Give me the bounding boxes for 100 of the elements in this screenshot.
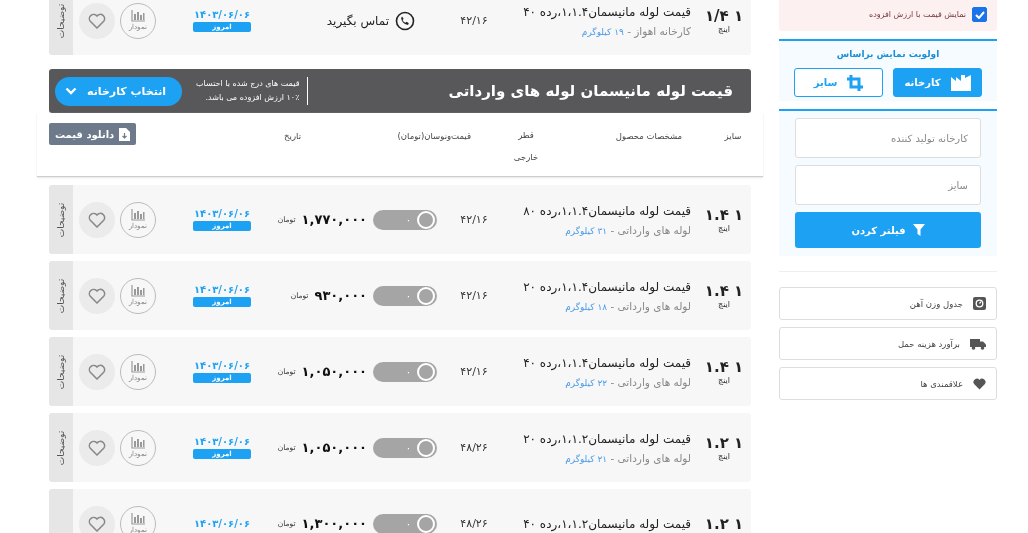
size-unit: اینچ bbox=[717, 300, 731, 309]
fluctuation-toggle[interactable]: ۰ bbox=[373, 285, 437, 306]
price-value: ۱,۰۵۰,۰۰۰ bbox=[301, 364, 367, 379]
size-value: ۱ ۱.۴ bbox=[703, 282, 745, 300]
favorite-button[interactable] bbox=[79, 429, 115, 466]
product-title[interactable]: قیمت لوله مانیسمان۱،۱.۴،رده ۲۰ bbox=[505, 279, 691, 294]
favorite-button[interactable] bbox=[79, 505, 115, 533]
diameter-value: ۴۲/۱۶ bbox=[459, 14, 489, 27]
size-value: ۱ ۱.۴ bbox=[703, 358, 745, 376]
product-subtitle: کارخانه اهواز - ۱۹ کیلوگرم bbox=[580, 24, 691, 37]
phone-icon bbox=[395, 10, 415, 31]
heart-icon bbox=[88, 287, 106, 304]
size-unit: اینچ bbox=[717, 25, 731, 34]
product-title[interactable]: قیمت لوله مانیسمان۱،۱.۴،رده ۴۰ bbox=[505, 4, 691, 19]
product-title[interactable]: قیمت لوله مانیسمان۱،۱.۲،رده ۲۰ bbox=[505, 431, 691, 446]
size-unit: اینچ bbox=[717, 224, 731, 233]
date-value: ۱۴۰۳/۰۶/۰۶ bbox=[193, 436, 251, 447]
product-subtitle: لوله های وارداتی - ۲۱ کیلوگرم bbox=[564, 451, 691, 464]
bar-chart-icon bbox=[131, 10, 145, 22]
bar-chart-icon bbox=[131, 361, 145, 373]
bar-chart-icon bbox=[131, 209, 145, 221]
bar-chart-icon bbox=[131, 513, 145, 525]
column-header: سایز bbox=[723, 130, 743, 141]
size-value: ۱ ۱.۴ bbox=[703, 206, 745, 224]
vat-option: نمایش قیمت با ارزش افزوده bbox=[779, 0, 997, 31]
notes-tab[interactable]: توضیحات bbox=[49, 413, 73, 482]
date-value: ۱۴۰۳/۰۶/۰۶ bbox=[193, 9, 251, 20]
contact-text[interactable]: تماس بگیرید bbox=[326, 13, 389, 28]
input-field[interactable]: سایز bbox=[795, 165, 981, 205]
favorite-button[interactable] bbox=[79, 277, 115, 314]
product-title[interactable]: قیمت لوله مانیسمان۱،۱.۲،رده ۴۰ bbox=[505, 516, 691, 531]
fluctuation-toggle[interactable]: ۰ bbox=[373, 437, 437, 458]
favorite-button[interactable] bbox=[79, 201, 115, 238]
price-value: ۱,۷۷۰,۰۰۰ bbox=[301, 212, 367, 227]
download-button[interactable]: دانلود قیمت bbox=[49, 123, 137, 145]
product-subtitle: لوله های وارداتی - ۳۱ کیلوگرم bbox=[564, 223, 691, 236]
price-value: ۱,۳۰۰,۰۰۰ bbox=[301, 516, 367, 531]
sidebar-link[interactable]: جدول وزن آهن bbox=[779, 287, 997, 320]
favorite-button[interactable] bbox=[79, 353, 115, 390]
heart-icon bbox=[88, 211, 106, 228]
column-header: قیمت‌ونوسان(تومان) bbox=[396, 130, 471, 141]
size-value: ۱ ۱.۲ bbox=[703, 434, 745, 452]
product-subtitle: لوله های وارداتی - ۱۸ کیلوگرم bbox=[564, 299, 691, 312]
bar-chart-icon bbox=[131, 285, 145, 297]
date-value: ۱۴۰۳/۰۶/۰۶ bbox=[193, 208, 251, 219]
date-value: ۱۴۰۳/۰۶/۰۶ bbox=[193, 360, 251, 371]
size-value: ۱ ۱.۲ bbox=[703, 514, 745, 533]
filter-icon bbox=[912, 224, 925, 236]
diameter-value: ۴۲/۱۶ bbox=[459, 213, 489, 226]
fluctuation-value: ۰ bbox=[405, 290, 411, 301]
heart-icon bbox=[973, 377, 986, 390]
fluctuation-toggle[interactable]: ۰ bbox=[373, 361, 437, 382]
heart-icon bbox=[88, 363, 106, 380]
size-unit: اینچ bbox=[717, 376, 731, 385]
factory-select-button[interactable]: انتخاب کارخانه bbox=[55, 76, 183, 106]
favorite-button[interactable] bbox=[79, 2, 115, 39]
diameter-value: ۴۸/۲۶ bbox=[459, 517, 489, 530]
checkbox[interactable] bbox=[972, 7, 987, 22]
date-value: ۱۴۰۳/۰۶/۰۶ bbox=[193, 284, 251, 295]
column-header: مشخصات محصول bbox=[614, 130, 684, 141]
fluctuation-toggle[interactable]: ۰ bbox=[373, 209, 437, 230]
input-field[interactable]: کارخانه تولید کننده bbox=[795, 118, 981, 158]
notes-tab[interactable]: توضیحات bbox=[49, 185, 73, 254]
size-value: ۱ ۱/۴ bbox=[703, 7, 745, 25]
notes-tab[interactable]: توضیحات bbox=[49, 0, 73, 55]
product-subtitle: لوله های وارداتی - ۲۲ کیلوگرم bbox=[564, 375, 691, 388]
sidebar-link[interactable]: علاقمندی ها bbox=[779, 367, 997, 400]
sort-option[interactable]: سایز bbox=[794, 68, 883, 97]
fluctuation-value: ۰ bbox=[405, 366, 411, 377]
diameter-value: ۴۸/۲۶ bbox=[459, 441, 489, 454]
file-download-icon bbox=[119, 127, 131, 141]
chevron-down-icon bbox=[65, 87, 77, 95]
sort-option[interactable]: کارخانه bbox=[893, 68, 982, 97]
product-title[interactable]: قیمت لوله مانیسمان۱،۱.۴،رده ۸۰ bbox=[505, 203, 691, 218]
price-value: ۹۳۰,۰۰۰ bbox=[314, 288, 367, 303]
filter-button[interactable]: فیلتر کردن bbox=[795, 212, 981, 248]
notes-tab[interactable]: توضیحات bbox=[49, 337, 73, 406]
price-value: ۱,۰۵۰,۰۰۰ bbox=[301, 440, 367, 455]
heart-icon bbox=[88, 439, 106, 456]
notes-tab[interactable]: توضیحات bbox=[49, 261, 73, 330]
check-icon bbox=[974, 10, 985, 19]
crop-icon bbox=[847, 74, 864, 91]
column-header: قطر خارجی bbox=[512, 129, 540, 164]
heart-icon bbox=[88, 515, 106, 532]
truck-icon bbox=[970, 337, 986, 350]
diameter-value: ۴۲/۱۶ bbox=[459, 289, 489, 302]
column-header: تاریخ bbox=[283, 130, 301, 141]
heart-icon bbox=[88, 12, 106, 29]
fluctuation-value: ۰ bbox=[405, 214, 411, 225]
fluctuation-value: ۰ bbox=[405, 518, 411, 529]
fluctuation-value: ۰ bbox=[405, 442, 411, 453]
date-value: ۱۴۰۳/۰۶/۰۶ bbox=[193, 518, 251, 529]
fluctuation-toggle[interactable]: ۰ bbox=[373, 513, 437, 533]
factory-icon bbox=[950, 74, 971, 91]
sidebar-link[interactable]: برآورد هزینه حمل bbox=[779, 327, 997, 360]
product-title[interactable]: قیمت لوله مانیسمان۱،۱.۴،رده ۴۰ bbox=[505, 355, 691, 370]
size-unit: اینچ bbox=[717, 452, 731, 461]
panel-title: اولویت نمایش براساس bbox=[836, 49, 940, 59]
banner-title: قیمت لوله مانیسمان لوله های وارداتی bbox=[448, 82, 733, 100]
diameter-value: ۴۲/۱۶ bbox=[459, 365, 489, 378]
